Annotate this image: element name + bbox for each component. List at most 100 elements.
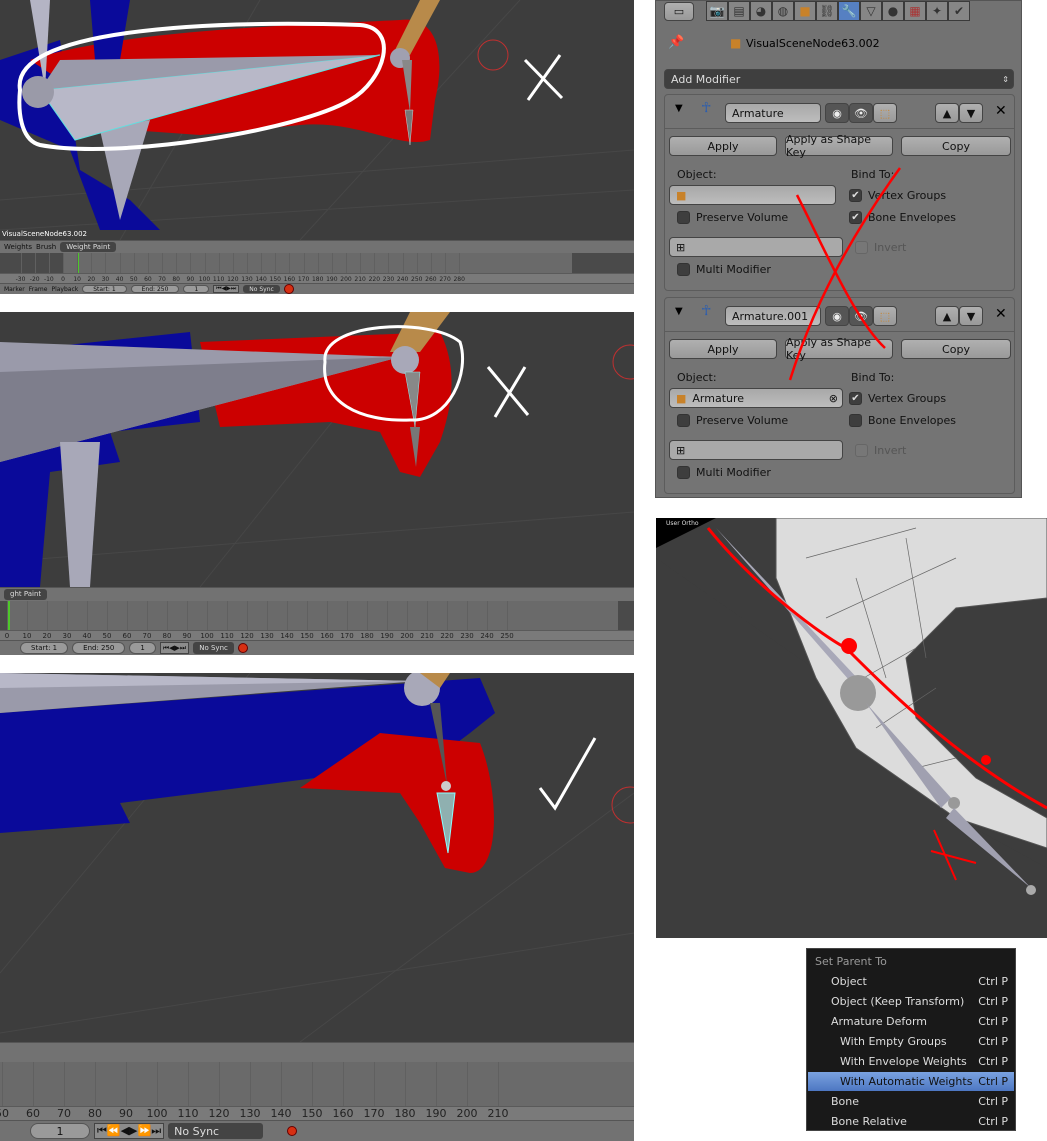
- timeline-footer-3: 1 ⏮⏪◀▶⏩⏭ No Sync: [0, 1120, 634, 1141]
- timeline-1[interactable]: -30 -20 -10 0 10 20 30 40 50 60 70 80 90 100 110 120 130…: [0, 253, 634, 283]
- frame-tick-label: 70: [57, 1107, 71, 1120]
- frame-tick-label: 190: [425, 1107, 447, 1120]
- menu-item[interactable]: With Empty Groups Ctrl P: [808, 1032, 1014, 1051]
- menu-item-label: Armature Deform: [831, 1015, 928, 1028]
- frame-tick-label: 0: [4, 632, 10, 640]
- frame-tick-label: 40: [82, 632, 92, 640]
- scene-3: [0, 673, 634, 1042]
- record-button[interactable]: [287, 1126, 298, 1136]
- frame-tick-label: 170: [340, 632, 354, 640]
- frame-tick-label: 100: [198, 276, 211, 283]
- current-frame-field[interactable]: 1: [183, 285, 210, 293]
- frame-tick-label: 180: [394, 1107, 416, 1120]
- start-frame-field[interactable]: Start: 1: [82, 285, 127, 293]
- record-button[interactable]: [237, 643, 248, 653]
- viewport-2[interactable]: [0, 312, 634, 587]
- frame-tick-label: 130: [260, 632, 274, 640]
- frame-tick-label: 150: [301, 1107, 323, 1120]
- frame-ruler[interactable]: 50 60 70 80 90 100 110 120 130 140 150 160 170 180 190…: [0, 1106, 634, 1120]
- menu-item[interactable]: Bone Ctrl P: [808, 1092, 1014, 1111]
- frame-tick-label: 200: [456, 1107, 478, 1120]
- frame-tick-label: 100: [146, 1107, 168, 1120]
- menu-item-label: With Envelope Weights: [840, 1055, 967, 1068]
- viewport-1[interactable]: VisualSceneNode63.002: [0, 0, 634, 240]
- frame-tick-label: 280: [453, 276, 465, 283]
- timeline-2[interactable]: 0 10 20 30 40 50 60 70 80 90 100 110 120 130 140 150 160…: [0, 601, 634, 640]
- frame-tick-label: 140: [255, 276, 267, 283]
- sync-select[interactable]: No Sync: [243, 285, 280, 293]
- menu-item[interactable]: Armature Deform Ctrl P: [808, 1012, 1014, 1031]
- sync-select[interactable]: No Sync: [168, 1123, 264, 1139]
- menu-item-shortcut: Ctrl P: [978, 1095, 1008, 1108]
- menu-frame[interactable]: Frame: [29, 286, 48, 293]
- frame-tick-label: 170: [363, 1107, 385, 1120]
- frame-tick-label: 150: [300, 632, 314, 640]
- set-parent-menu: Set Parent To Object Ctrl P Object (Keep T…: [806, 948, 1016, 1131]
- menu-item[interactable]: Object Ctrl P: [808, 972, 1014, 991]
- end-frame-field[interactable]: End: 250: [72, 642, 126, 654]
- frame-tick-label: 80: [162, 632, 172, 640]
- viewport-4[interactable]: User Ortho: [656, 518, 1047, 938]
- frame-tick-label: 240: [480, 632, 494, 640]
- playback-controls[interactable]: ⏮◀▶⏭: [159, 642, 190, 654]
- frame-tick-label: 20: [87, 276, 96, 283]
- frame-tick-label: 130: [241, 276, 253, 283]
- frame-tick-label: 110: [212, 276, 225, 283]
- frame-tick-label: 60: [26, 1107, 40, 1120]
- frame-tick-label: 120: [208, 1107, 230, 1120]
- viewport-3[interactable]: [0, 673, 634, 1042]
- mode-select[interactable]: Weight Paint: [60, 242, 117, 252]
- menu-item[interactable]: Bone Relative Ctrl P: [808, 1112, 1014, 1131]
- menu-item-shortcut: Ctrl P: [978, 995, 1008, 1008]
- playback-controls[interactable]: ⏮⏪◀▶⏩⏭: [94, 1123, 165, 1139]
- menu-marker[interactable]: Marker: [4, 286, 25, 293]
- cursor-3d: [477, 39, 509, 71]
- frame-tick-label: 180: [360, 632, 374, 640]
- scene-2: [0, 312, 634, 587]
- current-frame-field[interactable]: 1: [30, 1123, 90, 1139]
- sync-select[interactable]: No Sync: [193, 642, 234, 654]
- frame-tick-label: 160: [320, 632, 334, 640]
- playback-controls[interactable]: ⏮◀▶⏭: [213, 285, 240, 293]
- timeline-3[interactable]: 50 60 70 80 90 100 110 120 130 140 150 160 170 180 190…: [0, 1062, 634, 1120]
- frame-tick-label: 210: [354, 276, 366, 283]
- frame-tick-label: 110: [177, 1107, 199, 1120]
- frame-tick-label: 250: [500, 632, 514, 640]
- menu-item-shortcut: Ctrl P: [978, 975, 1008, 988]
- frame-tick-label: 80: [172, 276, 181, 283]
- frame-tick-label: 90: [182, 632, 192, 640]
- menu-item-label: With Automatic Weights: [840, 1075, 973, 1088]
- menu-brush[interactable]: Brush: [36, 243, 56, 251]
- menu-item[interactable]: Object (Keep Transform) Ctrl P: [808, 992, 1014, 1011]
- start-frame-field[interactable]: Start: 1: [20, 642, 69, 654]
- frame-tick-label: 120: [227, 276, 239, 283]
- frame-tick-label: -30: [15, 276, 26, 283]
- frame-tick-label: 90: [119, 1107, 133, 1120]
- current-frame-field[interactable]: 1: [129, 642, 156, 654]
- menu-weights[interactable]: Weights: [4, 243, 32, 251]
- mode-select[interactable]: ght Paint: [4, 589, 48, 600]
- frame-tick-label: 60: [144, 276, 152, 283]
- menu-playback[interactable]: Playback: [51, 286, 78, 293]
- frame-tick-label: 160: [283, 276, 296, 283]
- frame-tick-label: 260: [425, 276, 437, 283]
- timeline-footer-2: Start: 1 End: 250 1 ⏮◀▶⏭ No Sync: [0, 640, 634, 655]
- frame-ruler[interactable]: -30 -20 -10 0 10 20 30 40 50 60 70 80 90 100 110 120 130…: [0, 273, 634, 283]
- scene-1: [0, 0, 634, 240]
- frame-tick-label: 140: [280, 632, 294, 640]
- frame-tick-label: 90: [186, 276, 195, 283]
- menu-item[interactable]: With Automatic Weights Ctrl P: [808, 1072, 1014, 1091]
- end-frame-field[interactable]: End: 250: [130, 285, 180, 293]
- annotation-check: [538, 737, 597, 811]
- timeline-footer-1: Marker Frame Playback Start: 1 End: 250 …: [0, 283, 634, 294]
- frame-tick-label: 230: [460, 632, 474, 640]
- frame-tick-label: 30: [62, 632, 72, 640]
- frame-tick-label: 200: [340, 276, 352, 283]
- annotation-cross: [523, 54, 564, 101]
- frame-tick-label: 180: [311, 276, 324, 283]
- menu-item-label: Object: [831, 975, 867, 988]
- record-button[interactable]: [283, 284, 294, 294]
- frame-tick-label: 10: [73, 276, 81, 283]
- frame-ruler[interactable]: 0 10 20 30 40 50 60 70 80 90 100 110 120 130 140 150 160…: [0, 630, 634, 640]
- menu-item[interactable]: With Envelope Weights Ctrl P: [808, 1052, 1014, 1071]
